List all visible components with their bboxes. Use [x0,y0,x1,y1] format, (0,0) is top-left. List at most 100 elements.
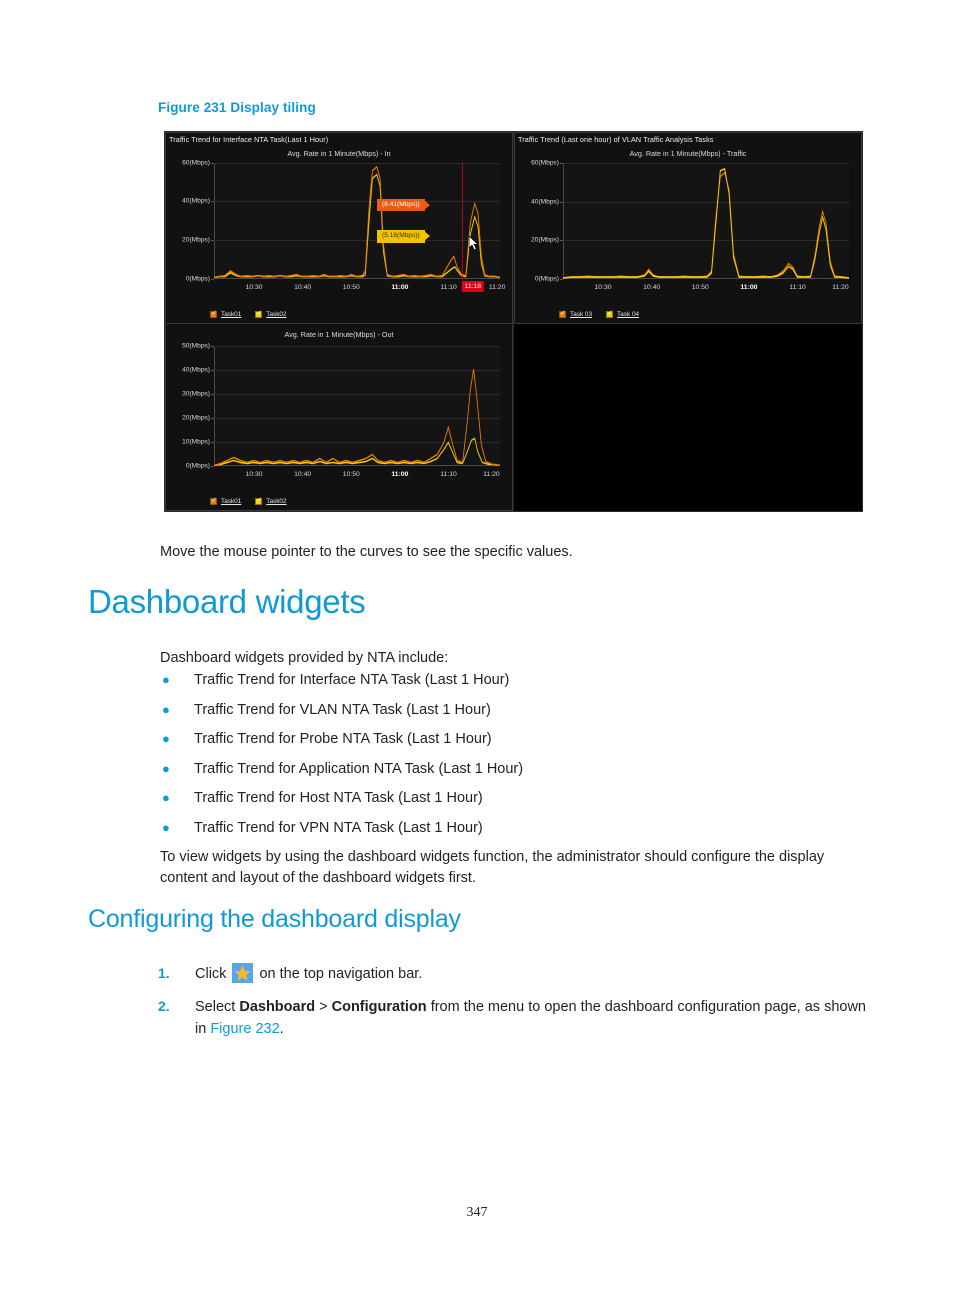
chart-title-traffic: Avg. Rate in 1 Minute(Mbps) - Traffic [629,149,747,158]
x-tick-label: 10:50 [342,471,360,478]
star-icon[interactable] [232,963,254,983]
figure-caption: Figure 231 Display tiling [158,100,316,115]
y-tick-label: 10(Mbps) [182,438,210,446]
bullet-dot-icon: ● [162,790,170,805]
widget-traffic-trend-interface-in[interactable]: Traffic Trend for Interface NTA Task(Las… [165,132,513,324]
legend-item[interactable]: Task02 [255,309,287,318]
x-tick-label: 10:50 [691,284,709,291]
tooltip-series-1: (8.41(Mbps)) [377,198,430,212]
body-paragraph: To view widgets by using the dashboard w… [160,849,825,887]
mouse-pointer-icon [468,235,479,251]
empty-dashboard-slot[interactable] [514,324,862,511]
y-tick-label: 20(Mbps) [531,236,559,244]
list-item: ● Traffic Trend for Interface NTA Task (… [160,672,860,688]
list-item-label: Traffic Trend for Host NTA Task (Last 1 … [194,790,483,806]
list-item-label: Traffic Trend for VLAN NTA Task (Last 1 … [194,701,491,718]
list-item: ● Traffic Trend for Probe NTA Task (Last… [160,731,860,747]
step-number: 2. [158,997,170,1014]
step-item: 1. Click on the top navigation bar. [158,963,878,986]
step-part-1: Select [195,998,240,1015]
y-tick-label: 40(Mbps) [182,366,210,374]
y-tick-label: 0(Mbps) [185,462,210,470]
x-tick-label: 10:30 [594,284,612,291]
page-title: Dashboard widgets [88,583,366,620]
bullet-dot-icon: ● [162,701,170,717]
legend-item[interactable]: Task 04 [606,309,640,318]
series-paths-out [214,368,500,466]
legend-item[interactable]: Task02 [255,496,287,505]
widget-traffic-trend-interface-out[interactable]: Avg. Rate in 1 Minute(Mbps) - Out 50(Mbp… [165,323,513,511]
series-paths-traffic [563,167,849,279]
legend-vlan: Task 03 Task 04 [559,309,640,318]
checkbox-checked-icon[interactable] [255,309,263,318]
x-tick-label: 11:20 [832,284,849,291]
chart-title-in: Avg. Rate in 1 Minute(Mbps) - In [287,149,391,158]
widget-title-vlan: Traffic Trend (Last one hour) of VLAN Tr… [518,135,714,144]
dashboard-column-left: Traffic Trend for Interface NTA Task(Las… [165,132,513,511]
list-item-label: Traffic Trend for Application NTA Task (… [194,760,524,777]
y-tick-label: 0(Mbps) [185,275,210,282]
menu-item-configuration: Configuration [331,998,427,1015]
x-tick-label: 11:00 [391,283,409,291]
checkbox-checked-icon[interactable] [606,309,614,318]
step-text: Click on the top navigation bar. [195,963,422,986]
legend-item[interactable]: Task01 [210,496,242,505]
checkbox-checked-icon[interactable] [210,309,217,318]
bullet-dot-icon: ● [162,731,170,746]
x-tick-label: 10:30 [245,283,263,291]
step-number: 1. [158,965,170,981]
widget-title-interface: Traffic Trend for Interface NTA Task(Las… [169,135,329,144]
list-item-label: Traffic Trend for VPN NTA Task (Last 1 H… [194,819,483,836]
bullet-dot-icon: ● [162,672,170,687]
list-item: ● Traffic Trend for Application NTA Task… [160,761,860,777]
x-tick-label: 10:40 [294,283,312,291]
widget-traffic-trend-vlan[interactable]: Traffic Trend (Last one hour) of VLAN Tr… [514,132,862,324]
checkbox-checked-icon[interactable] [255,496,263,505]
checkbox-checked-icon[interactable] [210,496,217,505]
step-part-3: . [279,1020,284,1037]
checkbox-checked-icon[interactable] [559,309,566,318]
step-prefix: Click [195,966,231,982]
y-tick-label: 30(Mbps) [182,390,210,398]
y-tick-label: 60(Mbps) [531,159,559,167]
x-tick-label: 11:10 [789,284,806,291]
y-tick-label: 40(Mbps) [182,197,210,205]
legend-interface-in: Task01 Task02 [210,309,287,318]
list-item: ● Traffic Trend for VPN NTA Task (Last 1… [160,820,860,836]
x-tick-label: 11:00 [391,471,409,478]
legend-label: Task 03 [570,311,593,318]
intro-note: Move the mouse pointer to the curves to … [160,544,573,560]
tooltip-tail-icon [423,200,430,211]
legend-label: Task 04 [617,311,640,318]
document-page: Figure 231 Display tiling Traffic Trend … [0,0,954,1296]
y-tick-label: 40(Mbps) [531,198,559,206]
y-tick-label: 20(Mbps) [182,414,210,422]
tooltip-tail-icon [423,231,430,242]
x-tick-label: 11:10 [440,471,457,478]
plot-area-in: 60(Mbps) 40(Mbps) 20(Mbps) 0(Mbps) 10:30… [182,160,505,292]
x-axis-time-marker: 11:18 [461,280,485,292]
menu-item-dashboard: Dashboard [239,998,316,1015]
y-tick-label: 60(Mbps) [182,159,210,167]
figure-reference-link[interactable]: Figure 232 [210,1021,279,1037]
legend-label: Task02 [266,310,287,318]
dashboard-column-right: Traffic Trend (Last one hour) of VLAN Tr… [513,132,862,511]
step-suffix: on the top navigation bar. [255,966,423,982]
x-tick-label: 11:10 [440,283,457,291]
x-tick-label: 10:40 [643,284,661,291]
x-tick-label: 11:20 [483,471,500,478]
y-tick-label: 50(Mbps) [182,342,210,349]
legend-interface-out: Task01 Task02 [210,496,287,505]
figure-231-display-tiling: Traffic Trend for Interface NTA Task(Las… [164,131,863,512]
lead-in-text: Dashboard widgets provided by NTA includ… [160,650,449,666]
x-tick-label: 10:30 [245,471,263,478]
list-item-label: Traffic Trend for Interface NTA Task (La… [194,672,510,688]
step-item: 2. Select Dashboard > Configuration from… [158,997,878,1041]
tooltip-series-2: (5.16(Mbps)) [377,229,430,243]
legend-item[interactable]: Task 03 [559,309,593,318]
y-tick-label: 20(Mbps) [182,236,210,244]
legend-item[interactable]: Task01 [210,309,241,318]
series-paths-in [214,163,500,279]
legend-label: Task02 [266,498,287,505]
legend-label: Task01 [221,498,242,505]
